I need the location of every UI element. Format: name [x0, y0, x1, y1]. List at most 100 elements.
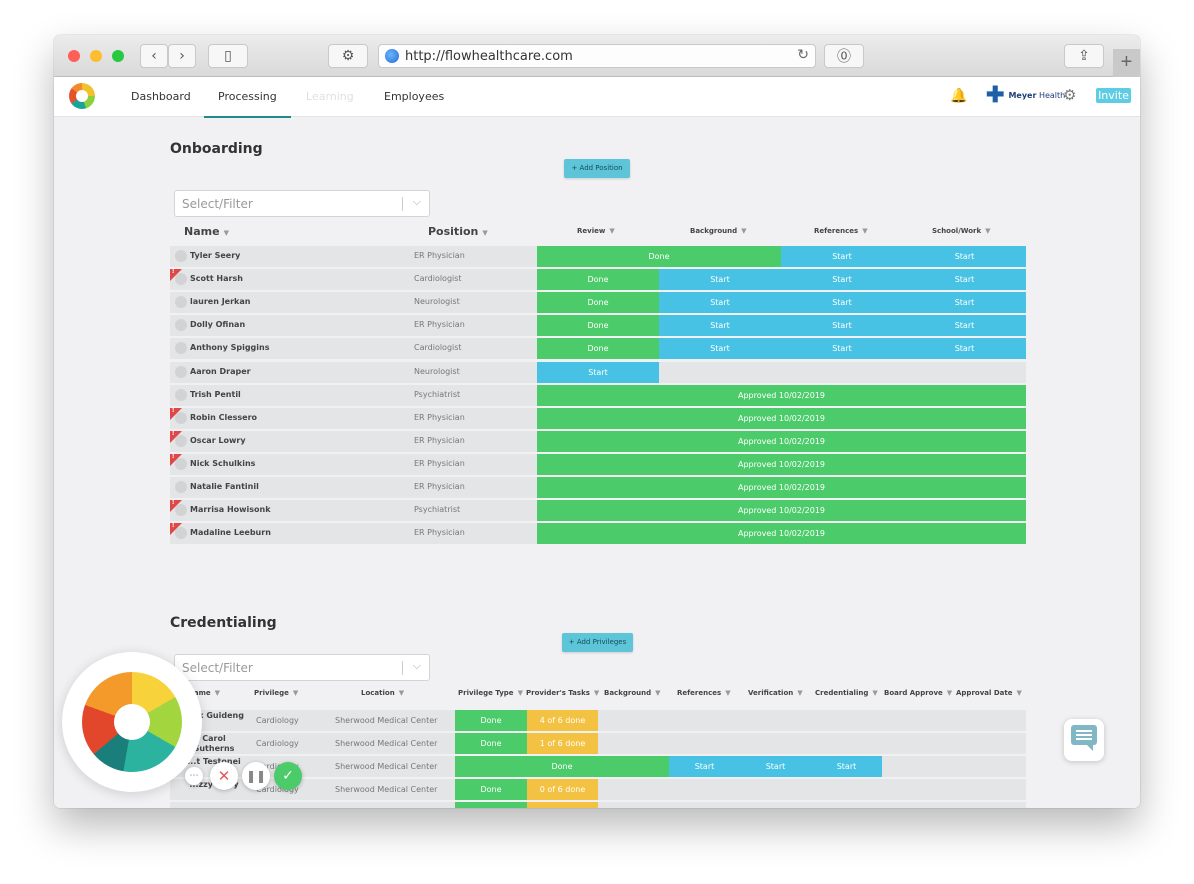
table-row[interactable]: Marrisa Howisonk Psychiatrist Approved 10/…	[170, 499, 1026, 521]
maximize-window-button[interactable]	[112, 50, 124, 62]
cred-header-location[interactable]: Location ▼	[361, 689, 404, 697]
school-status[interactable]: Start	[903, 315, 1026, 336]
table-row[interactable]: Anthony Spiggins Cardiologist Done Start Sta…	[170, 338, 1026, 359]
reject-button[interactable]: ✕	[210, 762, 238, 790]
table-row[interactable]: Nick Schulkins ER Physician Approved 10/02…	[170, 453, 1026, 475]
references-status[interactable]: Start	[781, 246, 903, 267]
approved-status[interactable]: Approved 10/02/2019	[537, 431, 1026, 452]
minimize-window-button[interactable]	[90, 50, 102, 62]
cred-header-references[interactable]: References ▼	[677, 689, 731, 697]
header-references[interactable]: References ▼	[814, 227, 868, 235]
pause-button[interactable]: ❚❚	[242, 762, 270, 790]
row-name[interactable]: Natalie Fantinil	[190, 482, 259, 491]
more-icon[interactable]: ⋯	[185, 767, 203, 785]
nav-employees[interactable]: Employees	[384, 90, 444, 103]
add-privileges-button[interactable]: + Add Privileges	[562, 633, 633, 652]
references-status[interactable]: Start	[669, 756, 740, 777]
table-row[interactable]: Oscar Lowry ER Physician Approved 10/02/20…	[170, 430, 1026, 452]
row-name[interactable]: Robin Clessero	[190, 413, 257, 422]
chat-button[interactable]	[1064, 719, 1104, 761]
privilege-type-status[interactable]: Done	[455, 779, 527, 800]
table-row[interactable]: lauren Jerkan Neurologist Done Start Start St…	[170, 292, 1026, 313]
privilege-type-status[interactable]: Done	[455, 802, 527, 808]
row-name[interactable]: Scott Harsh	[190, 274, 243, 283]
privilege-type-status[interactable]: Done	[455, 710, 527, 731]
school-status[interactable]: Start	[903, 246, 1026, 267]
provider-tasks-status[interactable]: 0 of 6 done	[527, 779, 598, 800]
school-status[interactable]: Start	[903, 338, 1026, 359]
row-name[interactable]: Marrisa Howisonk	[190, 505, 271, 514]
table-row[interactable]: Aaron Draper Neurologist Start	[170, 362, 1026, 383]
table-row[interactable]: Trish Pentil Psychiatrist Approved 10/02/2…	[170, 385, 1026, 406]
cred-header-approval-date[interactable]: Approval Date ▼	[956, 689, 1022, 697]
school-status[interactable]: Start	[903, 269, 1026, 290]
verification-status[interactable]: Start	[740, 756, 811, 777]
nav-processing[interactable]: Processing	[204, 90, 291, 119]
references-status[interactable]: Start	[781, 315, 903, 336]
approved-status[interactable]: Approved 10/02/2019	[537, 477, 1026, 498]
review-status[interactable]: Done	[537, 269, 659, 290]
row-name[interactable]: Dolly Ofinan	[190, 320, 245, 329]
row-name[interactable]: Nick Schulkins	[190, 459, 255, 468]
settings-icon[interactable]: ⚙	[1063, 86, 1076, 104]
table-row[interactable]: Tyler Seery ER Physician Done Start Start	[170, 246, 1026, 267]
approved-status[interactable]: Approved 10/02/2019	[537, 500, 1026, 521]
background-status[interactable]: Start	[659, 315, 781, 336]
row-name[interactable]: Tyler Seery	[190, 251, 240, 260]
new-tab-button[interactable]: +	[1113, 49, 1140, 77]
privilege-type-status[interactable]: Done	[455, 733, 527, 754]
close-window-button[interactable]	[68, 50, 80, 62]
review-background-status[interactable]: Done	[537, 246, 781, 267]
row-name[interactable]: lauren Jerkan	[190, 297, 250, 306]
approved-status[interactable]: Approved 10/02/2019	[537, 454, 1026, 475]
nav-learning[interactable]: Learning	[306, 90, 354, 103]
onboarding-filter[interactable]: Select/Filter ⌵	[174, 190, 430, 217]
back-button[interactable]: ‹	[140, 44, 168, 68]
approved-status[interactable]: Approved 10/02/2019	[537, 408, 1026, 429]
cred-header-privilege[interactable]: Privilege ▼	[254, 689, 298, 697]
extension-button[interactable]: ⚙	[328, 44, 368, 68]
nav-dashboard[interactable]: Dashboard	[131, 90, 191, 103]
credentialing-filter[interactable]: Select/Filter ⌵	[174, 654, 430, 681]
header-review[interactable]: Review ▼	[577, 227, 615, 235]
row-name[interactable]: Oscar Lowry	[190, 436, 246, 445]
cred-header-board-approve[interactable]: Board Approve ▼	[884, 689, 952, 697]
table-row[interactable]: Carol Sutherns Cardiology Sherwood Medical…	[170, 733, 1026, 754]
provider-tasks-status[interactable]: 2 of 6 done	[527, 802, 598, 808]
app-logo[interactable]	[69, 83, 95, 109]
school-status[interactable]: Start	[903, 292, 1026, 313]
header-school-work[interactable]: School/Work ▼	[932, 227, 991, 235]
table-row[interactable]: Dolly Ofinan ER Physician Done Start Start St…	[170, 315, 1026, 336]
table-row[interactable]: CardiologySherwood Medical CenterDone2 o…	[170, 802, 1026, 808]
references-status[interactable]: Start	[781, 338, 903, 359]
bell-icon[interactable]: 🔔	[950, 87, 967, 103]
review-status[interactable]: Done	[537, 315, 659, 336]
table-row[interactable]: Scott HarshCardiologistDoneStartStartSta…	[170, 268, 1026, 290]
cred-header-background[interactable]: Background ▼	[604, 689, 661, 697]
add-position-button[interactable]: + Add Position	[564, 159, 630, 178]
header-position[interactable]: Position ▼	[428, 225, 488, 238]
background-status[interactable]: Start	[659, 292, 781, 313]
cred-header-credentialing[interactable]: Credentialing ▼	[815, 689, 878, 697]
table-row[interactable]: Robin Clessero ER Physician Approved 10/02…	[170, 407, 1026, 429]
table-row[interactable]: Natalie Fantinil ER Physician Approved 10/…	[170, 477, 1026, 498]
background-status[interactable]: Start	[659, 338, 781, 359]
row-name[interactable]: Aaron Draper	[190, 367, 251, 376]
password-button[interactable]: ⓪	[824, 44, 864, 68]
approve-button[interactable]: ✓	[274, 762, 302, 790]
background-status[interactable]: Start	[659, 269, 781, 290]
approved-status[interactable]: Approved 10/02/2019	[537, 385, 1026, 406]
credentialing-status[interactable]: Start	[811, 756, 882, 777]
reload-icon[interactable]: ↻	[797, 47, 809, 63]
table-row[interactable]: Madaline Leeburn ER Physician Approved 10/…	[170, 522, 1026, 544]
header-background[interactable]: Background ▼	[690, 227, 747, 235]
review-status[interactable]: Done	[537, 292, 659, 313]
table-row[interactable]: Alex Guideng Cardiology Sherwood Medical C…	[170, 710, 1026, 731]
references-status[interactable]: Start	[781, 269, 903, 290]
review-status[interactable]: Done	[537, 338, 659, 359]
done-status[interactable]: Done	[455, 756, 669, 777]
provider-tasks-status[interactable]: 1 of 6 done	[527, 733, 598, 754]
forward-button[interactable]: ›	[168, 44, 196, 68]
header-name[interactable]: Name ▼	[184, 225, 229, 238]
provider-tasks-status[interactable]: 4 of 6 done	[527, 710, 598, 731]
